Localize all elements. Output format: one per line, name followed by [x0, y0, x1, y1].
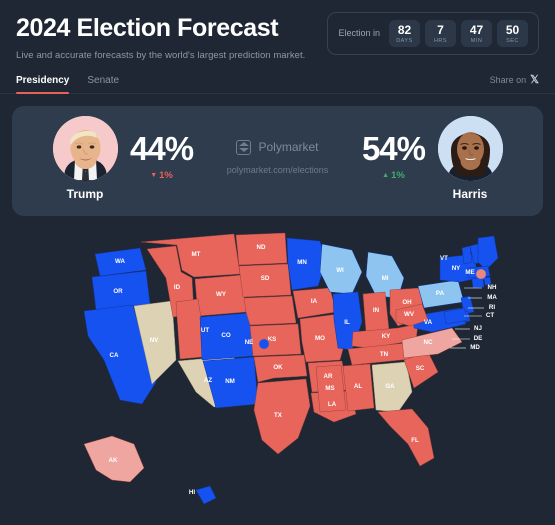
- countdown-days: 82 DAYS: [389, 20, 420, 47]
- election-countdown: Election in 82 DAYS 7 HRS 47 MIN 50 SEC: [327, 12, 539, 55]
- arrow-up-icon: ▲: [382, 171, 390, 179]
- map-state-label-al: AL: [354, 383, 362, 390]
- map-state-ne[interactable]: [243, 295, 297, 326]
- map-state-label-ma: MA: [487, 294, 497, 301]
- trump-delta: ▼ 1%: [130, 170, 193, 181]
- countdown-minutes: 47 MIN: [461, 20, 492, 47]
- harris-delta-value: 1%: [391, 169, 405, 181]
- map-state-label-or: OR: [113, 288, 123, 295]
- map-state-label-de: DE: [474, 335, 483, 342]
- map-state-label-pa: PA: [436, 290, 445, 297]
- map-state-label-wv: WV: [404, 311, 415, 318]
- map-state-label-va: VA: [424, 319, 433, 326]
- candidate-trump[interactable]: Trump: [26, 115, 144, 201]
- map-state-label-nc: NC: [424, 339, 433, 346]
- share-button[interactable]: Share on 𝕏: [489, 73, 539, 93]
- map-state-label-ky: KY: [382, 333, 391, 340]
- map-state-label-wy: WY: [216, 291, 227, 298]
- countdown-label: Election in: [338, 28, 380, 39]
- district-marker-me2[interactable]: [474, 267, 488, 281]
- candidate-trump-name: Trump: [66, 186, 104, 201]
- map-state-label-tx: TX: [274, 412, 283, 419]
- countdown-days-label: DAYS: [396, 37, 413, 44]
- map-state-label-mn: MN: [297, 259, 307, 266]
- countdown-hours: 7 HRS: [425, 20, 456, 47]
- map-state-label-fl: FL: [411, 437, 419, 444]
- map-state-label-ar: AR: [324, 373, 333, 380]
- map-state-label-id: ID: [174, 284, 181, 291]
- countdown-minutes-label: MIN: [470, 37, 483, 44]
- map-state-label-ms: MS: [325, 385, 334, 392]
- avatar-trump: [52, 115, 118, 181]
- arrow-down-icon: ▼: [150, 171, 158, 179]
- trump-portrait-image: [52, 115, 118, 181]
- map-state-label-il: IL: [344, 319, 350, 326]
- map-state-label-co: CO: [221, 332, 230, 339]
- main-tabbar: Presidency Senate Share on 𝕏: [0, 73, 555, 94]
- share-label: Share on: [489, 75, 527, 86]
- election-forecast-app: 2024 Election Forecast Live and accurate…: [0, 0, 555, 525]
- candidate-harris[interactable]: Harris: [411, 115, 529, 201]
- map-state-label-in: IN: [373, 307, 380, 314]
- map-state-label-ny: NY: [452, 265, 461, 272]
- trump-forecast: 44% ▼ 1%: [130, 129, 194, 181]
- electoral-map[interactable]: WA OR CA NV ID MT WY UT AZ CO NM ND SD NE KS OK TX MN IA MO…: [0, 232, 555, 525]
- map-state-label-oh: OH: [402, 299, 412, 306]
- trump-percent: 44%: [130, 129, 194, 167]
- map-state-label-sc: SC: [416, 365, 425, 372]
- trump-delta-value: 1%: [159, 169, 173, 181]
- tab-presidency[interactable]: Presidency: [16, 75, 70, 94]
- map-state-label-sd: SD: [261, 275, 270, 282]
- map-state-label-wi: WI: [336, 267, 344, 274]
- map-state-label-nv: NV: [150, 337, 159, 344]
- us-states-map[interactable]: WAORCANVIDMTWYUTAZCONMNDSDNE KSOKTXMNIAMO…: [0, 232, 555, 525]
- forecast-card: Trump 44% ▼ 1% Polymarket polymarket.com…: [12, 105, 543, 216]
- countdown-hours-label: HRS: [433, 37, 448, 44]
- map-state-label-tn: TN: [380, 351, 389, 358]
- map-state-label-ia: IA: [311, 298, 318, 305]
- map-state-label-nd: ND: [257, 244, 266, 251]
- map-state-label-ri: RI: [489, 304, 495, 311]
- map-state-label-mi: MI: [382, 275, 389, 282]
- countdown-seconds-value: 50: [505, 23, 520, 37]
- countdown-days-value: 82: [397, 23, 412, 37]
- map-state-label-ca: CA: [110, 352, 119, 359]
- map-state-label-la: LA: [328, 401, 337, 408]
- polymarket-name: Polymarket: [258, 140, 319, 155]
- map-state-label-ga: GA: [385, 383, 395, 390]
- map-state-label-vt: VT: [440, 255, 448, 262]
- map-state-label-ak: AK: [109, 457, 118, 464]
- map-state-label-ne: NE: [245, 339, 254, 346]
- avatar-harris: [437, 115, 503, 181]
- district-marker-ne2[interactable]: [257, 337, 271, 351]
- map-state-label-ct: CT: [486, 312, 494, 319]
- map-state-label-nj: NJ: [474, 325, 482, 332]
- tab-senate[interactable]: Senate: [87, 75, 119, 93]
- map-state-label-md: MD: [470, 344, 480, 351]
- polymarket-logo-icon: [236, 139, 252, 155]
- x-twitter-icon: 𝕏: [530, 73, 539, 86]
- map-state-label-ok: OK: [273, 364, 283, 371]
- countdown-seconds-label: SEC: [506, 37, 519, 44]
- map-state-label-me: ME: [465, 269, 474, 276]
- map-state-label-nm: NM: [225, 378, 235, 385]
- harris-portrait-image: [437, 115, 503, 181]
- map-state-label-mt: MT: [192, 251, 201, 258]
- map-state-label-ut: UT: [201, 327, 209, 334]
- countdown-seconds: 50 SEC: [497, 20, 528, 47]
- page-header: 2024 Election Forecast Live and accurate…: [0, 0, 555, 61]
- map-state-label-wa: WA: [115, 258, 125, 265]
- map-state-label-hi: HI: [189, 489, 195, 496]
- map-state-label-az: AZ: [204, 377, 212, 384]
- candidate-harris-name: Harris: [452, 186, 488, 201]
- map-state-label-nh: NH: [488, 284, 497, 291]
- map-state-label-mo: MO: [315, 335, 325, 342]
- countdown-hours-value: 7: [437, 23, 444, 37]
- countdown-minutes-value: 47: [469, 23, 484, 37]
